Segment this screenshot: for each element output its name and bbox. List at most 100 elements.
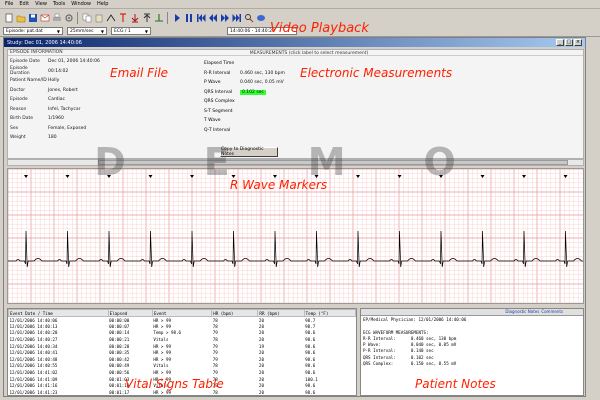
- measurements-title: MEASUREMENTS (click label to select meas…: [249, 51, 369, 56]
- table-cell: 00:00:35: [109, 350, 130, 356]
- menu-window[interactable]: Window: [69, 1, 93, 7]
- episode-select-value: Episode: pat.dat: [6, 28, 43, 34]
- copy-to-notes-button[interactable]: Copy to Diagnostic Notes: [220, 147, 278, 157]
- toolbar: [0, 9, 600, 26]
- table-row[interactable]: 12/01/2006 14:40:34 00:00:28 HR > 99 79 19 98…: [9, 343, 356, 350]
- measurement-label[interactable]: Elapsed Time: [204, 61, 240, 66]
- notes-text[interactable]: EP/Medical Physician: 12/01/2006 14:40:0…: [361, 316, 583, 368]
- copy-button[interactable]: [81, 12, 92, 24]
- field-label: Birth Date: [10, 116, 33, 122]
- measurement-row[interactable]: QRS Interval 0.102 sec: [204, 88, 414, 98]
- table-cell: 98.6: [305, 389, 316, 395]
- table-row[interactable]: 12/01/2006 14:41:23 00:01:17 HR > 99 78 20 98…: [9, 389, 356, 395]
- menu-view[interactable]: View: [33, 1, 49, 7]
- table-row[interactable]: 12/01/2006 14:40:20 00:00:14 Temp > 98.6 79…: [9, 330, 356, 337]
- vital-signs-column-header[interactable]: Event: [151, 309, 213, 317]
- table-row[interactable]: 12/01/2006 14:40:48 00:00:42 HR > 99 79 20 98…: [9, 356, 356, 363]
- table-row[interactable]: 12/01/2006 14:41:09 00:01:03 HR > 99 78 20 10…: [9, 376, 356, 383]
- minimize-button[interactable]: _: [556, 39, 564, 46]
- menu-tools[interactable]: Tools: [51, 1, 67, 7]
- vital-signs-column-header[interactable]: Event Date / Time: [8, 309, 109, 317]
- speed-select[interactable]: 25mm/sec ▼: [67, 27, 107, 35]
- measurement-row[interactable]: R-R Interval 0.460 sec, 130 bpm: [204, 69, 414, 79]
- chevron-down-icon: ▼: [144, 28, 148, 34]
- tab-diagnostic-notes[interactable]: Diagnostic Notes: [505, 309, 539, 315]
- paste-button[interactable]: [93, 12, 104, 24]
- measurement-label[interactable]: R-R Interval: [204, 71, 240, 76]
- marker-down-button[interactable]: [129, 12, 140, 24]
- table-cell: 20: [258, 317, 264, 323]
- table-row[interactable]: 12/01/2006 14:40:27 00:00:21 Vitals 78 20 98.…: [9, 336, 356, 343]
- r-wave-marker-icon: [522, 175, 526, 178]
- table-row[interactable]: 12/01/2006 14:41:02 00:00:56 HR > 99 79 20 98…: [9, 369, 356, 376]
- measurement-row[interactable]: QRS Complex: [204, 97, 414, 107]
- baseline-button[interactable]: [153, 12, 164, 24]
- open-button[interactable]: [15, 12, 26, 24]
- marker-up-button[interactable]: [141, 12, 152, 24]
- r-wave-marker-icon: [314, 175, 319, 178]
- measurement-row[interactable]: P Wave 0.040 sec, 0.05 mV: [204, 78, 414, 88]
- scrollbar-thumb[interactable]: [98, 160, 568, 165]
- save-button[interactable]: [27, 12, 38, 24]
- fast-forward-icon: [220, 13, 229, 22]
- skip-back-button[interactable]: [195, 12, 206, 24]
- new-button[interactable]: [3, 12, 14, 24]
- table-cell: 00:01:17: [109, 389, 130, 395]
- menu-edit[interactable]: Edit: [17, 1, 31, 7]
- skip-forward-button[interactable]: [231, 12, 242, 24]
- marker-up-icon: [143, 13, 150, 22]
- settings-button[interactable]: [63, 12, 74, 24]
- table-row[interactable]: 12/01/2006 14:40:55 00:00:49 Vitals 78 20 98.…: [9, 363, 356, 370]
- horizontal-scrollbar[interactable]: [7, 159, 584, 166]
- maximize-button[interactable]: □: [565, 39, 573, 46]
- table-row[interactable]: 12/01/2006 14:41:16 00:01:10 Vitals 78 20 98.…: [9, 382, 356, 389]
- help-button[interactable]: [255, 12, 266, 24]
- measurement-label[interactable]: Q-T Interval: [204, 128, 240, 133]
- table-cell: 12/01/2006 14:40:27: [9, 337, 58, 343]
- measurement-row[interactable]: T Wave: [204, 116, 414, 126]
- pause-button[interactable]: [183, 12, 194, 24]
- table-cell: 98.6: [305, 370, 316, 376]
- ecg-strip[interactable]: [7, 168, 584, 304]
- rewind-button[interactable]: [207, 12, 218, 24]
- measurement-row[interactable]: Elapsed Time: [204, 59, 414, 69]
- table-cell: HR > 99: [153, 343, 171, 349]
- vital-signs-column-header[interactable]: Elapsed: [107, 309, 153, 317]
- caliper-button[interactable]: [105, 12, 116, 24]
- tab-comments[interactable]: Comments: [541, 309, 563, 315]
- measurement-row[interactable]: S-T Segment: [204, 107, 414, 117]
- vital-signs-column-header[interactable]: Temp (°F): [303, 309, 356, 317]
- copy-icon: [82, 13, 91, 22]
- marker-down-icon: [131, 13, 138, 22]
- ecg-canvas[interactable]: [8, 169, 583, 303]
- episode-select[interactable]: Episode: pat.dat ▼: [3, 27, 63, 35]
- notes-tabs: Diagnostic Notes Comments: [361, 309, 583, 316]
- table-cell: 98.6: [305, 330, 316, 336]
- time-range-field[interactable]: 14:40:06 - 14:40:20: [227, 27, 297, 35]
- table-cell: 20: [258, 389, 264, 395]
- field-label: Episode Date: [10, 59, 40, 65]
- table-row[interactable]: 12/01/2006 14:40:13 00:00:07 HR > 99 78 20 98…: [9, 323, 356, 330]
- print-button[interactable]: [51, 12, 62, 24]
- table-row[interactable]: 12/01/2006 14:40:41 00:00:35 HR > 99 79 20 98…: [9, 349, 356, 356]
- r-wave-marker-icon: [190, 175, 194, 178]
- measurement-label[interactable]: QRS Complex: [204, 99, 240, 104]
- measurement-label[interactable]: T Wave: [204, 118, 240, 123]
- email-button[interactable]: [39, 12, 50, 24]
- measurement-row[interactable]: Q-T Interval: [204, 126, 414, 136]
- measurement-label[interactable]: QRS Interval: [204, 90, 240, 95]
- zoom-button[interactable]: [243, 12, 254, 24]
- fast-forward-button[interactable]: [219, 12, 230, 24]
- vital-signs-column-header[interactable]: HR (bpm): [211, 309, 259, 317]
- menu-file[interactable]: File: [3, 1, 15, 7]
- vital-signs-column-header[interactable]: RR (bpm): [257, 309, 305, 317]
- play-button[interactable]: [171, 12, 182, 24]
- table-row[interactable]: 12/01/2006 14:40:06 00:00:00 HR > 99 78 20 98…: [9, 317, 356, 324]
- close-button[interactable]: ×: [574, 39, 582, 46]
- measurement-label[interactable]: P Wave: [204, 80, 240, 85]
- zoom-icon: [244, 13, 253, 22]
- measurement-label[interactable]: S-T Segment: [204, 109, 240, 114]
- menu-help[interactable]: Help: [95, 1, 110, 7]
- marker-red-button[interactable]: [117, 12, 128, 24]
- lead-select[interactable]: ECG / 1 ▼: [111, 27, 151, 35]
